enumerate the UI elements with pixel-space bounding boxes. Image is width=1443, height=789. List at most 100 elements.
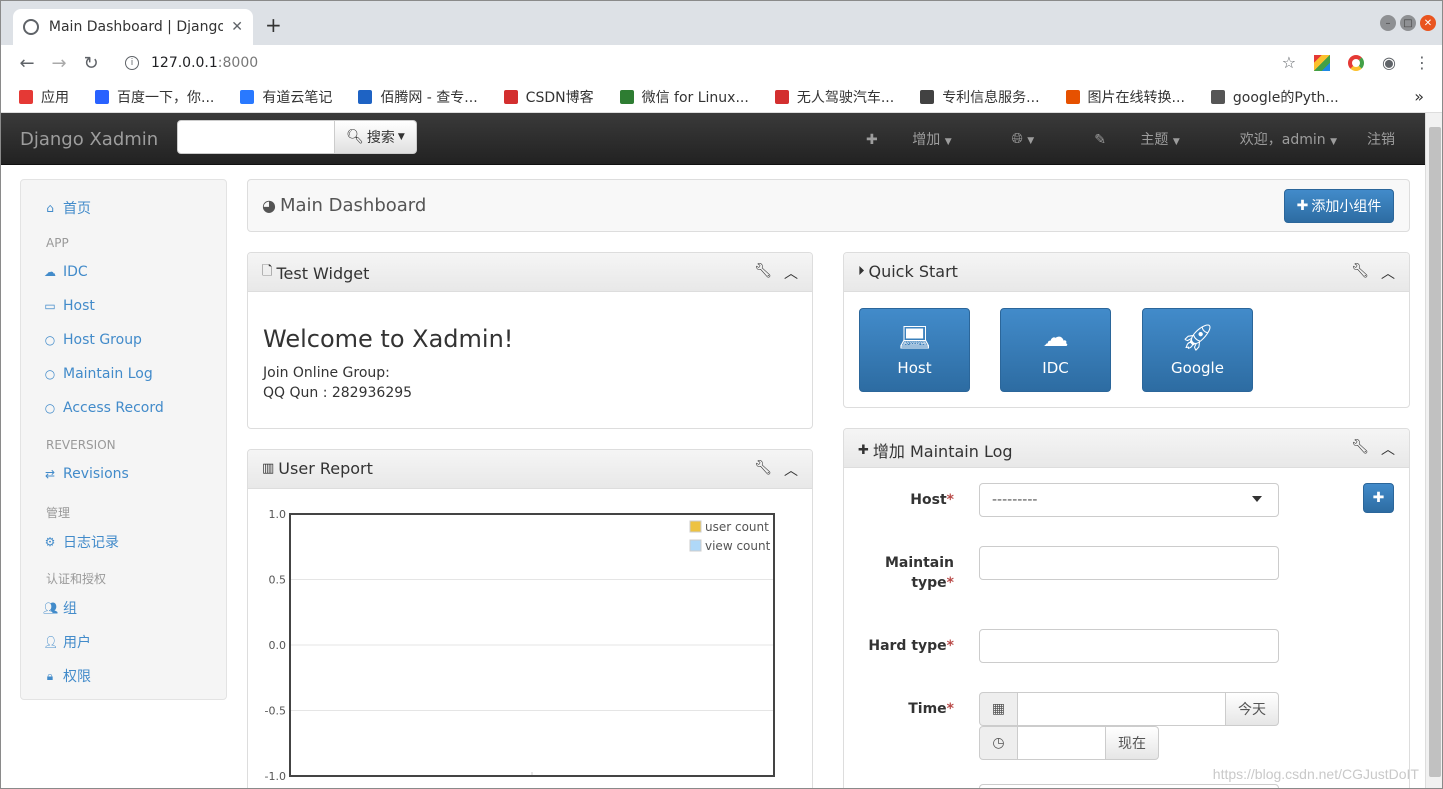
chart-svg: 1.0 0.5 0.0 -0.5 -1.0 user count view count	[265, 508, 775, 783]
next-field-input[interactable]	[979, 784, 1279, 788]
sidebar-item-permission[interactable]: 🔒︎ 权限	[43, 666, 91, 686]
wrench-icon[interactable]: 🔧︎	[1351, 439, 1369, 459]
bookmark-item[interactable]: 微信 for Linux...	[619, 87, 749, 107]
search-input[interactable]	[177, 120, 335, 154]
maximize-icon[interactable]: □	[1400, 15, 1416, 31]
user-menu-label: 欢迎，admin	[1239, 132, 1326, 148]
time-label-text: Time	[908, 701, 947, 717]
account-icon[interactable]: ◉	[1382, 53, 1396, 72]
bookmark-item[interactable]: 有道云笔记	[240, 87, 332, 107]
exchange-icon: ⇄	[44, 467, 56, 481]
y-tick-label: 0.0	[269, 639, 287, 652]
chevron-up-icon[interactable]: ︿	[1381, 263, 1395, 283]
brand-link[interactable]: Django Xadmin	[20, 129, 158, 150]
back-icon[interactable]: ←	[11, 53, 43, 74]
bookmark-item[interactable]: 佰腾网 - 查专...	[358, 87, 478, 107]
search-button[interactable]: 🔍︎ 搜索 ▼	[335, 120, 417, 154]
close-window-icon[interactable]: ✕	[1420, 15, 1436, 31]
quick-start-host-button[interactable]: 💻︎ Host	[859, 308, 970, 392]
quick-start-google-button[interactable]: 🚀︎ Google	[1142, 308, 1253, 392]
star-icon[interactable]: ☆	[1282, 53, 1296, 72]
scrollbar-thumb[interactable]	[1429, 127, 1441, 777]
page-title-label: Main Dashboard	[279, 195, 427, 216]
bookmark-icon	[1210, 89, 1225, 104]
clock-icon[interactable]: ◷	[979, 726, 1018, 760]
url-field[interactable]: i 127.0.0.1:8000	[125, 55, 258, 71]
wrench-icon[interactable]: 🔧︎	[754, 263, 772, 283]
minimize-icon[interactable]: –	[1380, 15, 1396, 31]
laptop-icon: ▭	[44, 299, 56, 313]
bookmark-icon	[1065, 89, 1080, 104]
address-bar: ← → ↻ i 127.0.0.1:8000 ☆ ◉ ⋮	[1, 45, 1442, 81]
user-icon: 👤︎	[43, 635, 59, 649]
bookmark-label: CSDN博客	[525, 89, 594, 106]
extension-icon[interactable]	[1314, 54, 1331, 71]
chevron-up-icon[interactable]: ︿	[784, 460, 798, 480]
y-tick-label: -0.5	[265, 705, 286, 718]
sidebar-item-user[interactable]: 👤︎ 用户	[43, 632, 91, 652]
bookmark-item[interactable]: CSDN博客	[503, 87, 594, 107]
sidebar-item-access-record[interactable]: ○ Access Record	[43, 400, 164, 416]
chrome-extension-icon[interactable]	[1348, 54, 1365, 71]
sidebar-item-label: 权限	[63, 669, 91, 685]
search-icon: 🔍︎	[346, 129, 364, 145]
tab-title: Main Dashboard | Django	[48, 19, 224, 35]
bookmark-item[interactable]: 图片在线转换...	[1065, 87, 1185, 107]
now-button[interactable]: 现在	[1105, 726, 1159, 760]
bookmark-item[interactable]: 百度一下，你...	[95, 87, 214, 107]
host-select[interactable]: ---------	[979, 483, 1279, 517]
sidebar-item-host[interactable]: ▭ Host	[43, 298, 95, 314]
close-tab-icon[interactable]: ✕	[231, 19, 243, 35]
reload-icon[interactable]: ↻	[75, 53, 107, 74]
wrench-icon[interactable]: 🔧︎	[754, 460, 772, 480]
quick-start-idc-button[interactable]: ☁ IDC	[1000, 308, 1111, 392]
chevron-up-icon[interactable]: ︿	[784, 263, 798, 283]
page-scrollbar[interactable]	[1425, 113, 1442, 788]
sidebar-item-log[interactable]: ⚙ 日志记录	[43, 532, 119, 552]
add-menu[interactable]: ✚ 增加 ▼	[866, 129, 952, 149]
menu-icon[interactable]: ⋮	[1414, 53, 1430, 72]
bookmark-item[interactable]: 专利信息服务...	[920, 87, 1040, 107]
sidebar-item-group[interactable]: 👥︎ 组	[43, 598, 77, 618]
date-input[interactable]	[1017, 692, 1226, 726]
browser-tab[interactable]: Main Dashboard | Django ✕	[13, 9, 253, 45]
sidebar-item-host-group[interactable]: ○ Host Group	[43, 332, 142, 348]
bookmark-item[interactable]: 应用	[19, 87, 69, 107]
chevron-up-icon[interactable]: ︿	[1381, 439, 1395, 459]
bookmark-icon	[619, 89, 634, 104]
sidebar-item-maintain-log[interactable]: ○ Maintain Log	[43, 366, 153, 382]
sidebar-header: REVERSION	[46, 438, 116, 452]
bookmark-item[interactable]: 无人驾驶汽车...	[774, 87, 894, 107]
add-host-button[interactable]: ✚	[1363, 483, 1394, 513]
user-menu[interactable]: 欢迎，admin ▼	[1210, 129, 1337, 149]
legend-swatch	[689, 520, 702, 533]
add-menu-label: 增加	[912, 132, 941, 148]
maintain-type-input[interactable]	[979, 546, 1279, 580]
bookmark-item[interactable]: google的Pyth...	[1210, 87, 1339, 107]
hard-type-label: Hard type*	[844, 638, 954, 654]
info-icon[interactable]: i	[125, 56, 139, 70]
calendar-icon[interactable]: ▦	[979, 692, 1018, 726]
new-tab-icon[interactable]: +	[265, 13, 282, 37]
required-mark: *	[946, 638, 954, 654]
theme-menu[interactable]: ✎ 主题 ▼	[1064, 129, 1180, 149]
lock-icon: 🔒︎	[46, 668, 54, 683]
maintain-type-label-line2: type	[911, 575, 947, 591]
sidebar-item-idc[interactable]: ☁ IDC	[43, 264, 88, 280]
required-mark: *	[946, 701, 954, 717]
add-widget-button[interactable]: ✚ 添加小组件	[1284, 189, 1394, 223]
today-button[interactable]: 今天	[1225, 692, 1279, 726]
search-form: 🔍︎ 搜索 ▼	[177, 120, 417, 154]
more-bookmarks-icon[interactable]: »	[1414, 87, 1424, 106]
required-mark: *	[946, 492, 954, 508]
globe-icon: 🌐︎	[1011, 131, 1023, 147]
sidebar-item-revisions[interactable]: ⇄ Revisions	[43, 466, 129, 482]
sidebar-item-home[interactable]: ⌂ 首页	[43, 198, 91, 218]
forward-icon[interactable]: →	[43, 53, 75, 74]
logout-link[interactable]: 注销	[1367, 129, 1395, 149]
time-input[interactable]	[1017, 726, 1106, 760]
hard-type-input[interactable]	[979, 629, 1279, 663]
language-menu[interactable]: 🌐︎ ▼	[982, 131, 1035, 147]
wrench-icon[interactable]: 🔧︎	[1351, 263, 1369, 283]
legend-label: user count	[705, 520, 769, 534]
